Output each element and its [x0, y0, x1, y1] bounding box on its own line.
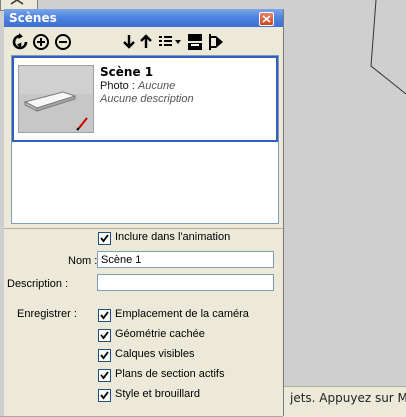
panel-title: Scènes [9, 11, 57, 25]
tab-arrow-icon [10, 0, 24, 5]
save-hidden-geometry-label: Géométrie cachée [115, 328, 205, 340]
add-scene-icon [33, 34, 49, 50]
scene-list-item[interactable]: Scène 1 Photo : Aucune Aucune descriptio… [12, 56, 278, 142]
photo-value: Aucune [137, 80, 176, 92]
include-animation-checkbox[interactable] [98, 232, 111, 245]
name-field[interactable]: Scène 1 [97, 251, 274, 268]
refresh-icon [12, 33, 28, 50]
description-label: Description : [7, 278, 69, 290]
scene-photo: Photo : Aucune [100, 80, 175, 92]
checkmark-icon [100, 391, 109, 400]
details-button[interactable] [185, 33, 205, 51]
close-button[interactable] [259, 12, 274, 26]
photo-label: Photo : [100, 80, 135, 92]
save-style-fog-label: Style et brouillard [115, 388, 200, 400]
save-visible-layers-checkbox[interactable] [98, 349, 111, 362]
save-style-fog-checkbox[interactable] [98, 389, 111, 402]
save-camera-checkbox[interactable] [98, 309, 111, 322]
include-animation-label: Inclure dans l'animation [115, 231, 231, 243]
checkmark-icon [100, 311, 109, 320]
status-text: jets. Appuyez sur M [290, 391, 406, 405]
details-icon [188, 34, 202, 50]
scene-list[interactable]: Scène 1 Photo : Aucune Aucune descriptio… [11, 55, 279, 224]
remove-scene-icon [55, 34, 71, 50]
name-label: Nom : [68, 255, 98, 267]
save-visible-layers-label: Calques visibles [115, 348, 195, 360]
scene-name: Scène 1 [100, 65, 154, 79]
move-down-icon [123, 35, 135, 49]
close-icon [262, 15, 271, 23]
scenes-toolbar [4, 27, 283, 55]
save-section-planes-label: Plans de section actifs [115, 368, 225, 380]
view-options-icon [159, 36, 181, 46]
save-camera-label: Emplacement de la caméra [115, 308, 249, 320]
description-field[interactable] [97, 274, 274, 291]
save-section-planes-checkbox[interactable] [98, 369, 111, 382]
move-up-icon [140, 34, 152, 48]
checkmark-icon [100, 371, 109, 380]
scene-description: Aucune description [100, 93, 194, 105]
refresh-button[interactable] [10, 33, 30, 51]
remove-scene-button[interactable] [54, 33, 74, 51]
scene-thumbnail [18, 65, 94, 133]
panel-titlebar[interactable]: Scènes [4, 9, 283, 27]
move-down-button[interactable] [139, 33, 159, 51]
add-scene-button[interactable] [32, 33, 52, 51]
expand-button[interactable] [207, 33, 227, 51]
view-options-button[interactable] [158, 33, 184, 51]
expand-icon [209, 34, 223, 50]
checkmark-icon [100, 331, 109, 340]
checkmark-icon [100, 234, 109, 243]
save-hidden-geometry-checkbox[interactable] [98, 329, 111, 342]
panel-divider [4, 228, 283, 229]
save-label: Enregistrer : [17, 308, 77, 320]
scene-preview-image [19, 66, 93, 131]
scenes-panel: Scènes Scène 1 Photo: Aucune Aucune des… [4, 9, 283, 416]
checkmark-icon [100, 351, 109, 360]
